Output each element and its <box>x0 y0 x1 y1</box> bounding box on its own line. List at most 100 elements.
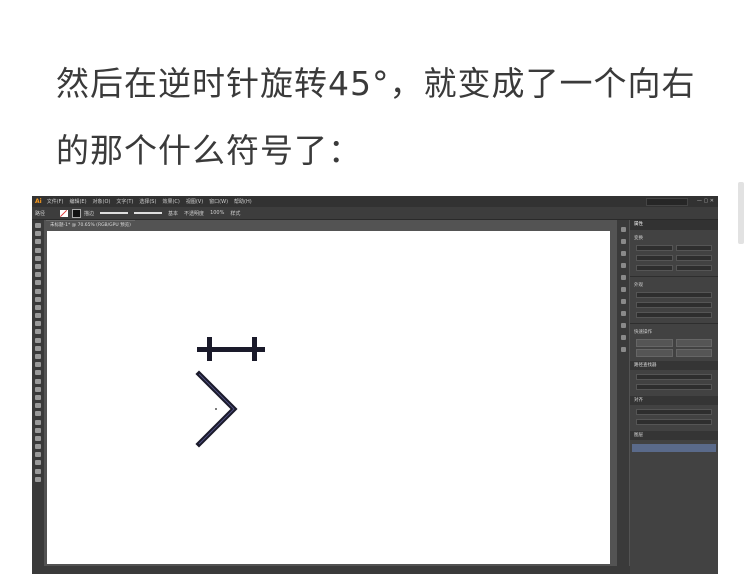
lasso-tool-icon[interactable] <box>35 247 41 253</box>
section-transform: 变换 <box>634 236 643 241</box>
pen-tool-icon[interactable] <box>35 255 41 261</box>
opacity-field[interactable] <box>636 312 712 318</box>
swap-colors-icon[interactable] <box>35 460 41 466</box>
width-field[interactable] <box>675 245 712 251</box>
tab-properties[interactable]: 属性 <box>630 220 718 230</box>
warp-tool-icon[interactable] <box>35 337 41 343</box>
center-point <box>215 408 217 410</box>
perspective-tool-icon[interactable] <box>35 362 41 368</box>
control-label-basic[interactable]: 基本 <box>168 210 178 217</box>
menu-select[interactable]: 选择(S) <box>139 198 156 205</box>
layers-panel-icon[interactable] <box>620 227 626 232</box>
mesh-tool-icon[interactable] <box>35 370 41 376</box>
page-scrollbar[interactable] <box>738 182 744 244</box>
caption-line-1: 然后在逆时针旋转45°，就变成了一个向右 <box>56 64 696 103</box>
menu-window[interactable]: 窗口(W) <box>209 198 228 205</box>
pathfinders-row[interactable] <box>636 384 712 390</box>
app-logo: Ai <box>35 198 42 205</box>
layer-item[interactable] <box>632 444 716 452</box>
stroke-panel-icon[interactable] <box>620 299 626 304</box>
brushes-panel-icon[interactable] <box>620 275 626 280</box>
control-label-opacity: 不透明度 <box>184 210 205 217</box>
brush-definition[interactable] <box>134 212 163 214</box>
menu-bar: Ai 文件(F) 编辑(E) 对象(O) 文字(T) 选择(S) 效果(C) 视… <box>32 196 718 207</box>
fill-stroke-icon[interactable] <box>35 452 41 458</box>
section-appearance: 外观 <box>634 283 643 288</box>
gradient-panel-icon[interactable] <box>620 311 626 316</box>
window-controls-icon[interactable]: — ▢ ✕ <box>697 198 714 204</box>
zoom-tool-icon[interactable] <box>35 444 41 450</box>
swatches-panel-icon[interactable] <box>620 263 626 268</box>
y-field[interactable] <box>636 255 673 261</box>
section-layers[interactable]: 图层 <box>630 431 718 440</box>
eyedropper-tool-icon[interactable] <box>35 386 41 392</box>
menu-edit[interactable]: 编辑(E) <box>69 198 86 205</box>
control-label-style[interactable]: 样式 <box>230 210 240 217</box>
menu-view[interactable]: 视图(V) <box>186 198 203 205</box>
x-field[interactable] <box>636 245 673 251</box>
type-tool-icon[interactable] <box>35 272 41 278</box>
control-label-path: 路径 <box>35 210 46 217</box>
section-pathfinder[interactable]: 路径查找器 <box>630 361 718 370</box>
height-field[interactable] <box>675 255 712 261</box>
color-panel-icon[interactable] <box>620 251 626 256</box>
document-tab[interactable]: 未标题-1* @ 70.65% (RGB/GPU 预览) <box>46 220 135 230</box>
menu-file[interactable]: 文件(F) <box>47 198 64 205</box>
hand-tool-icon[interactable] <box>35 435 41 441</box>
line-tool-icon[interactable] <box>35 280 41 286</box>
artboard-canvas[interactable] <box>47 231 610 564</box>
paintbrush-tool-icon[interactable] <box>35 296 41 302</box>
blend-tool-icon[interactable] <box>35 394 41 400</box>
shape-modes-row[interactable] <box>636 374 712 380</box>
opacity-value[interactable]: 100% <box>210 210 224 216</box>
offset-path-button[interactable] <box>636 339 673 347</box>
transparency-panel-icon[interactable] <box>620 323 626 328</box>
shape-builder-tool-icon[interactable] <box>35 354 41 359</box>
menu-help[interactable]: 帮助(H) <box>234 198 252 205</box>
eraser-tool-icon[interactable] <box>35 313 41 319</box>
stroke-swatch[interactable] <box>72 208 82 218</box>
appearance-panel-icon[interactable] <box>620 335 626 340</box>
symbols-panel-icon[interactable] <box>620 287 626 292</box>
tee-bar-shape[interactable] <box>197 337 265 361</box>
symbol-sprayer-tool-icon[interactable] <box>35 403 41 409</box>
control-label-stroke: 描边 <box>84 210 95 217</box>
align-objects-row[interactable] <box>636 409 712 415</box>
fill-swatch[interactable] <box>60 209 69 217</box>
menu-type[interactable]: 文字(T) <box>116 198 133 205</box>
slice-tool-icon[interactable] <box>35 427 41 433</box>
free-transform-tool-icon[interactable] <box>35 345 41 351</box>
shear-field[interactable] <box>675 265 712 271</box>
rectangle-tool-icon[interactable] <box>35 288 41 294</box>
status-bar <box>32 566 636 574</box>
graphic-styles-panel-icon[interactable] <box>620 347 626 352</box>
curvature-tool-icon[interactable] <box>35 263 41 269</box>
stroke-profile[interactable] <box>100 212 129 214</box>
scale-tool-icon[interactable] <box>35 329 41 335</box>
distribute-row[interactable] <box>636 419 712 425</box>
graph-button[interactable] <box>675 349 712 357</box>
draw-mode-icon[interactable] <box>35 468 41 474</box>
recolor-button[interactable] <box>636 349 673 357</box>
rotate-field[interactable] <box>636 265 673 271</box>
pencil-tool-icon[interactable] <box>35 304 41 310</box>
illustrator-screenshot: Ai 文件(F) 编辑(E) 对象(O) 文字(T) 选择(S) 效果(C) 视… <box>32 196 718 574</box>
menu-object[interactable]: 对象(O) <box>93 198 111 205</box>
screen-mode-icon[interactable] <box>35 476 41 482</box>
arrange-button[interactable] <box>675 339 712 347</box>
section-align[interactable]: 对齐 <box>630 396 718 405</box>
fill-field[interactable] <box>636 292 712 298</box>
stroke-field[interactable] <box>636 302 712 308</box>
selection-tool-icon[interactable] <box>35 223 41 228</box>
direct-selection-tool-icon[interactable] <box>35 231 41 237</box>
libraries-panel-icon[interactable] <box>620 239 626 244</box>
gradient-tool-icon[interactable] <box>35 378 41 384</box>
graph-tool-icon[interactable] <box>35 411 41 417</box>
search-input[interactable] <box>646 198 688 206</box>
caption-line-2: 的那个什么符号了： <box>56 131 362 170</box>
artwork <box>195 337 265 448</box>
magic-wand-tool-icon[interactable] <box>35 239 41 245</box>
rotate-tool-icon[interactable] <box>35 321 41 327</box>
artboard-tool-icon[interactable] <box>35 419 41 425</box>
menu-effect[interactable]: 效果(C) <box>162 198 179 205</box>
